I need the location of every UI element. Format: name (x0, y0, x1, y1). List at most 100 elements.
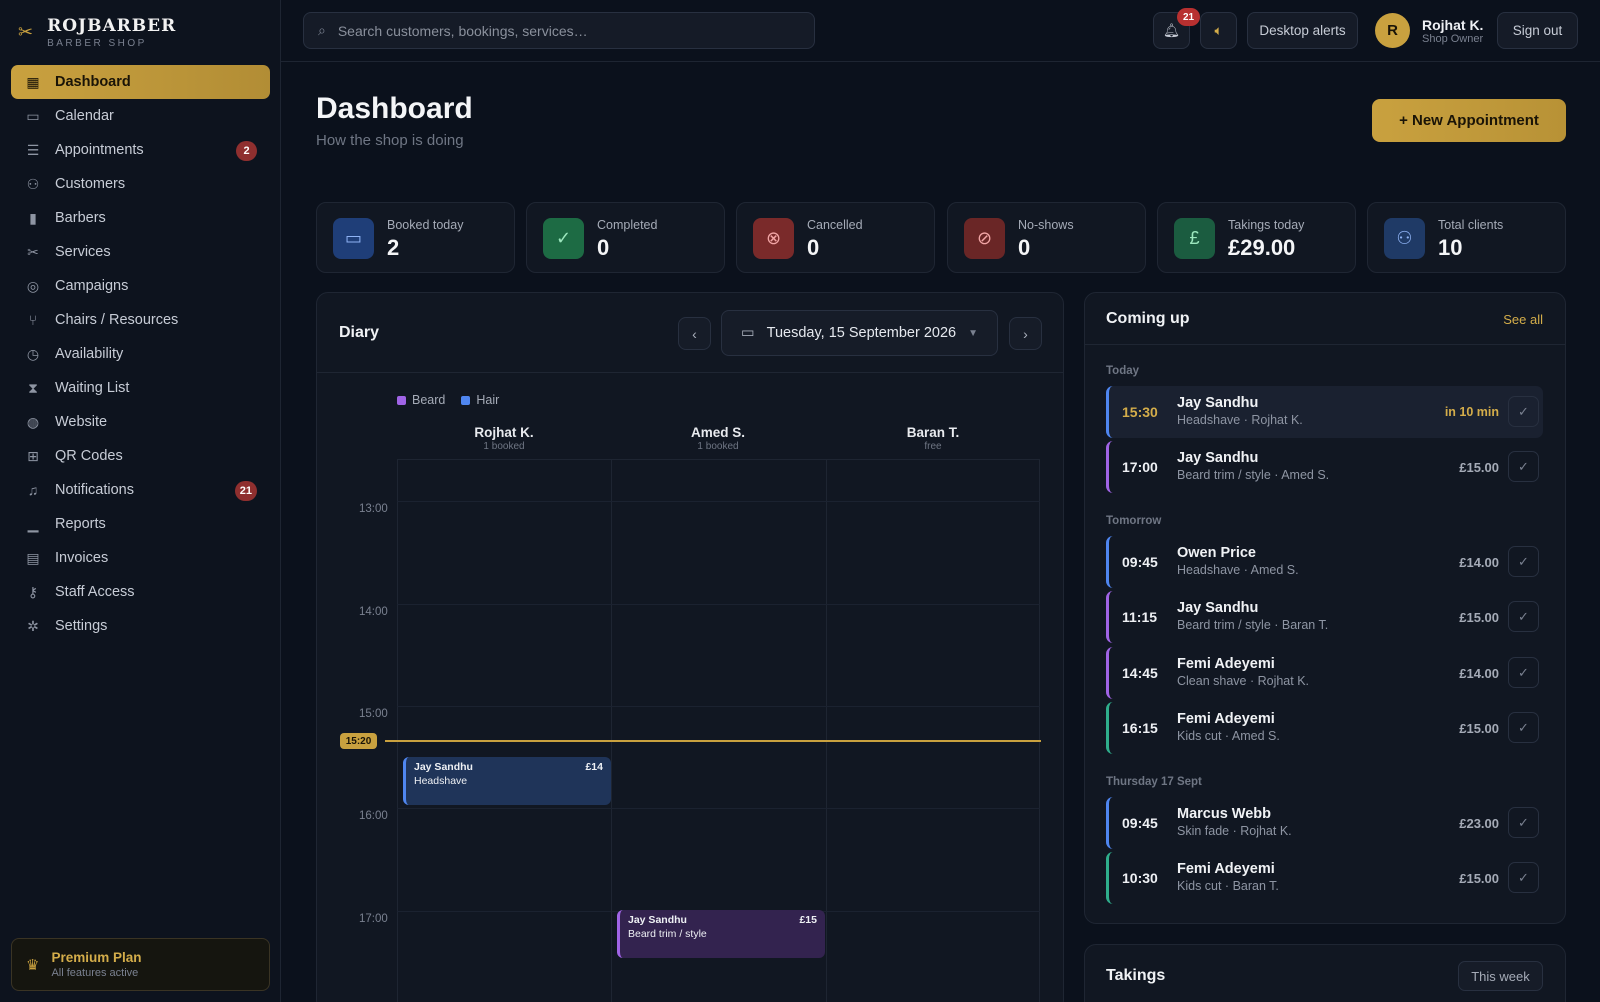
sidebar-item-label: Customers (55, 176, 126, 192)
sidebar-item-reports[interactable]: ▁ Reports (11, 507, 270, 541)
see-all-link[interactable]: See all (1503, 312, 1543, 327)
stat-takings-today: £ Takings today £29.00 (1157, 202, 1356, 273)
appointment-price: £15 (799, 914, 817, 926)
upcoming-time: 10:30 (1122, 870, 1158, 886)
upcoming-item[interactable]: 15:30 Jay Sandhu Headshave · Rojhat K. i… (1106, 386, 1543, 438)
sidebar-item-availability[interactable]: ◷ Availability (11, 337, 270, 371)
bell-icon: ♫ (27, 482, 39, 498)
page-subtitle: How the shop is doing (316, 132, 464, 149)
crown-icon: ♛ (26, 956, 40, 974)
check-icon[interactable]: ✓ (1508, 451, 1539, 482)
takings-title: Takings (1106, 967, 1166, 984)
takings-range-button[interactable]: This week (1458, 961, 1543, 991)
stat-value: 0 (597, 235, 610, 260)
upcoming-item[interactable]: 14:45 Femi Adeyemi Clean shave · Rojhat … (1106, 647, 1543, 699)
appointment-service: Headshave (414, 775, 468, 787)
sidebar-item-services[interactable]: ✂ Services (11, 235, 270, 269)
check-icon[interactable]: ✓ (1508, 862, 1539, 893)
search-box[interactable]: ⌕ (303, 12, 815, 49)
upcoming-item[interactable]: 09:45 Marcus Webb Skin fade · Rojhat K. … (1106, 797, 1543, 849)
sidebar-item-staff-access[interactable]: ⚷ Staff Access (11, 575, 270, 609)
sidebar-item-waiting-list[interactable]: ⧗ Waiting List (11, 371, 270, 405)
appointment-block[interactable]: Jay Sandhu £15 Beard trim / style (617, 910, 825, 958)
user-menu[interactable]: R Rojhat K. Shop Owner (1375, 13, 1483, 48)
stat-value: 0 (1018, 235, 1031, 260)
notifications-button[interactable]: 🔔︎ 21 (1153, 8, 1200, 49)
stat-value: £29.00 (1228, 235, 1296, 260)
previous-day-button[interactable]: ‹ (678, 317, 711, 350)
new-appointment-button[interactable]: + New Appointment (1372, 99, 1566, 142)
upcoming-item[interactable]: 16:15 Femi Adeyemi Kids cut · Amed S. £1… (1106, 702, 1543, 754)
chair-icon: ⑂ (28, 312, 38, 328)
check-icon[interactable]: ✓ (1508, 546, 1539, 577)
sidebar-item-label: Dashboard (55, 74, 131, 90)
upcoming-customer: Jay Sandhu (1177, 395, 1259, 411)
stat-label: Booked today (387, 218, 464, 232)
sidebar-item-notifications[interactable]: ♫ Notifications 21 (11, 473, 270, 507)
time-label: 14:00 (359, 606, 388, 618)
stat-label: Total clients (1438, 218, 1504, 232)
sidebar-item-calendar[interactable]: ▭ Calendar (11, 99, 270, 133)
diary-header: Diary ‹ ▭ Tuesday, 15 September 2026 ▼ › (317, 293, 1063, 373)
sidebar-item-appointments[interactable]: ☰ Appointments 2 (11, 133, 270, 167)
brand[interactable]: ✂ ROJBARBER BARBER SHOP (18, 16, 176, 49)
check-icon[interactable]: ✓ (1508, 807, 1539, 838)
sidebar-item-website[interactable]: ◍ Website (11, 405, 270, 439)
plan-title: Premium Plan (51, 950, 142, 965)
sidebar-item-dashboard[interactable]: ▦ Dashboard (11, 65, 270, 99)
legend-swatch (397, 396, 406, 406)
users-icon: ⚇ (1384, 218, 1425, 259)
key-icon: ⚷ (27, 583, 39, 600)
premium-plan-card[interactable]: ♛ Premium Plan All features active (11, 938, 270, 991)
next-day-button[interactable]: › (1009, 317, 1042, 350)
scissors-icon: ✂ (18, 22, 34, 42)
upcoming-time: 14:45 (1122, 665, 1158, 681)
sidebar-item-settings[interactable]: ✲ Settings (11, 609, 270, 643)
diary-title: Diary (339, 324, 380, 341)
scissors-icon: ✂ (27, 243, 39, 260)
sidebar-item-campaigns[interactable]: ◎ Campaigns (11, 269, 270, 303)
check-icon[interactable]: ✓ (1508, 396, 1539, 427)
upcoming-service: Kids cut · Amed S. (1177, 729, 1280, 743)
page-title: Dashboard (316, 92, 473, 125)
upcoming-item[interactable]: 17:00 Jay Sandhu Beard trim / style · Am… (1106, 441, 1543, 493)
check-icon[interactable]: ✓ (1508, 712, 1539, 743)
upcoming-item[interactable]: 10:30 Femi Adeyemi Kids cut · Baran T. £… (1106, 852, 1543, 904)
check-icon[interactable]: ✓ (1508, 657, 1539, 688)
date-picker[interactable]: ▭ Tuesday, 15 September 2026 ▼ (721, 310, 998, 356)
search-input[interactable] (337, 22, 758, 39)
sidebar-item-qr-codes[interactable]: ⊞ QR Codes (11, 439, 270, 473)
sign-out-button[interactable]: Sign out (1497, 12, 1578, 49)
sidebar-item-label: QR Codes (55, 448, 123, 464)
barber-pole-icon: ▮ (29, 209, 37, 226)
upcoming-price: £15.00 (1459, 721, 1499, 736)
grid-line (1039, 460, 1040, 1002)
upcoming-service: Beard trim / style · Amed S. (1177, 468, 1330, 482)
upcoming-time: 15:30 (1122, 404, 1158, 420)
users-icon: ⚇ (26, 175, 40, 192)
diary-column-header: Rojhat K. 1 booked (397, 425, 611, 452)
calendar-icon: ▭ (333, 218, 374, 259)
barber-name: Rojhat K. (474, 425, 534, 440)
current-time-line (385, 740, 1041, 742)
appointment-block[interactable]: Jay Sandhu £14 Headshave (403, 757, 611, 805)
brand-name: ROJBARBER (47, 16, 177, 36)
takings-panel: Takings This week (1084, 944, 1566, 1002)
grid-icon: ▦ (26, 73, 40, 90)
sidebar-item-barbers[interactable]: ▮ Barbers (11, 201, 270, 235)
sidebar-item-customers[interactable]: ⚇ Customers (11, 167, 270, 201)
ban-icon: ⊘ (964, 218, 1005, 259)
desktop-alerts-button[interactable]: Desktop alerts (1247, 12, 1358, 49)
sidebar-item-invoices[interactable]: ▤ Invoices (11, 541, 270, 575)
user-name: Rojhat K. (1422, 16, 1484, 33)
grid-line (826, 460, 827, 1002)
globe-icon: ◍ (26, 413, 40, 430)
sound-button[interactable]: 🔈︎ (1200, 12, 1237, 49)
speaker-icon: 🔈︎ (1214, 22, 1223, 38)
upcoming-item[interactable]: 09:45 Owen Price Headshave · Amed S. £14… (1106, 536, 1543, 588)
sidebar-item-chairs[interactable]: ⑂ Chairs / Resources (11, 303, 270, 337)
sidebar-item-label: Reports (55, 516, 106, 532)
calendar-icon: ▭ (26, 107, 40, 124)
check-icon[interactable]: ✓ (1508, 601, 1539, 632)
upcoming-item[interactable]: 11:15 Jay Sandhu Beard trim / style · Ba… (1106, 591, 1543, 643)
